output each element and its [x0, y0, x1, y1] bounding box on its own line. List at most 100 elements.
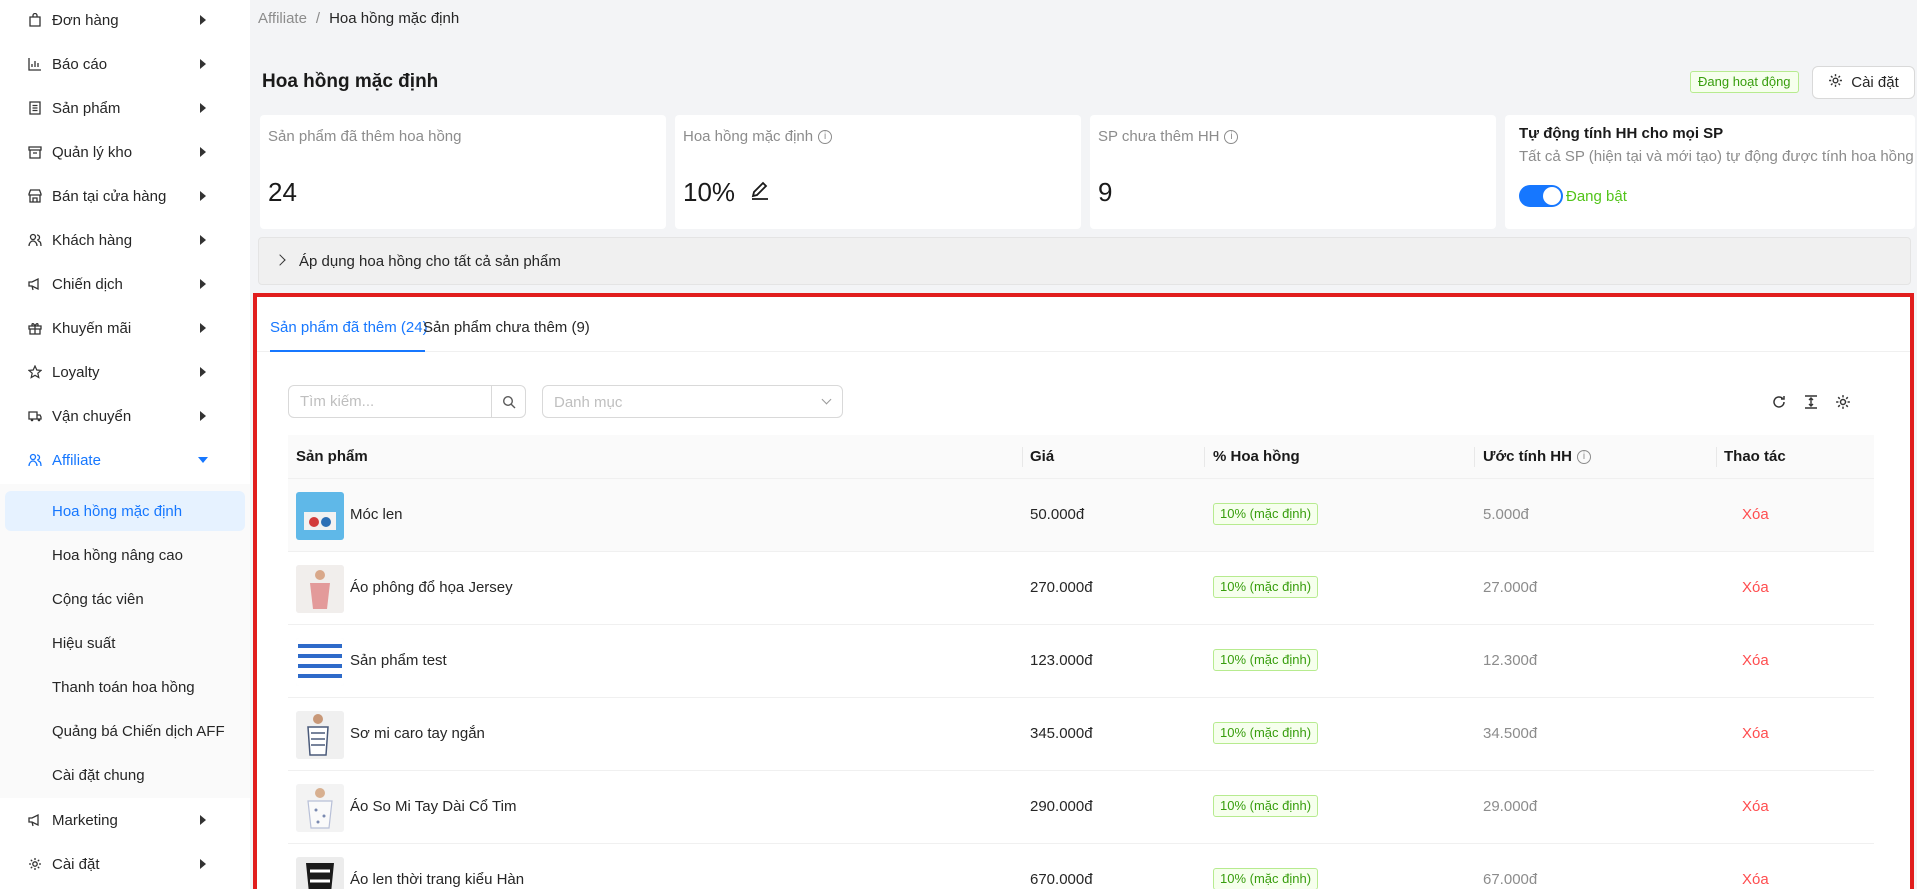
delete-link[interactable]: Xóa — [1742, 652, 1769, 669]
sidebar-subitem-collaborators[interactable]: Cộng tác viên — [5, 579, 245, 619]
chevron-right-icon — [200, 191, 206, 201]
sidebar-item-promotions[interactable]: Khuyến mãi — [0, 306, 250, 350]
delete-link[interactable]: Xóa — [1742, 798, 1769, 815]
sidebar-item-campaigns[interactable]: Chiến dịch — [0, 262, 250, 306]
search-box — [288, 385, 526, 418]
product-commission-panel: Sản phẩm đã thêm (24) Sản phẩm chưa thêm… — [253, 293, 1914, 889]
delete-link[interactable]: Xóa — [1742, 579, 1769, 596]
sidebar-item-reports[interactable]: Báo cáo — [0, 42, 250, 86]
sidebar-item-loyalty[interactable]: Loyalty — [0, 350, 250, 394]
product-name[interactable]: Áo len thời trang kiểu Hàn — [350, 871, 524, 888]
chevron-right-icon — [200, 859, 206, 869]
chevron-right-icon — [200, 323, 206, 333]
sidebar-item-label: Cài đặt — [52, 855, 100, 873]
product-name[interactable]: Móc len — [350, 506, 403, 523]
sidebar-item-label: Loyalty — [52, 363, 100, 381]
sidebar-subitem-label: Hoa hồng nâng cao — [52, 546, 183, 564]
stat-card-auto-commission: Tự động tính HH cho mọi SP Tất cả SP (hi… — [1505, 115, 1915, 229]
tab-not-added-products[interactable]: Sản phẩm chưa thêm (9) — [423, 319, 590, 336]
stat-label: SP chưa thêm HH — [1098, 128, 1220, 145]
delete-link[interactable]: Xóa — [1742, 725, 1769, 742]
settings-button[interactable]: Cài đặt — [1812, 66, 1915, 99]
sidebar-subitem-performance[interactable]: Hiệu suất — [5, 623, 245, 663]
stat-card-added: Sản phẩm đã thêm hoa hồng 24 — [260, 115, 666, 229]
product-name[interactable]: Áo So Mi Tay Dài Cổ Tim — [350, 798, 516, 815]
delete-link[interactable]: Xóa — [1742, 871, 1769, 888]
column-header-estimate: Ước tính HH — [1483, 448, 1572, 465]
sidebar-item-label: Sản phẩm — [52, 99, 121, 117]
search-input[interactable] — [289, 386, 492, 417]
product-price: 670.000đ — [1030, 871, 1093, 888]
search-icon[interactable] — [492, 386, 525, 417]
sidebar-item-label: Marketing — [52, 811, 118, 829]
product-name[interactable]: Áo phông đổ họa Jersey — [350, 579, 513, 596]
chevron-right-icon — [200, 15, 206, 25]
sidebar-subitem-general-settings[interactable]: Cài đặt chung — [5, 755, 245, 795]
table-row: Sản phẩm test 123.000đ 10% (mặc định) 12… — [288, 625, 1874, 698]
sidebar-item-customers[interactable]: Khách hàng — [0, 218, 250, 262]
stat-value: 9 — [1098, 177, 1113, 207]
column-height-icon[interactable] — [1802, 393, 1820, 411]
info-icon[interactable]: i — [1576, 449, 1591, 464]
product-thumbnail — [296, 711, 344, 759]
apply-all-label: Áp dụng hoa hồng cho tất cả sản phẩm — [299, 252, 561, 270]
truck-icon — [27, 408, 43, 424]
product-price: 270.000đ — [1030, 579, 1093, 596]
delete-link[interactable]: Xóa — [1742, 506, 1769, 523]
chevron-right-icon — [200, 59, 206, 69]
toggle-status-label: Đang bật — [1566, 188, 1627, 205]
table-row: Sơ mi caro tay ngắn 345.000đ 10% (mặc đị… — [288, 698, 1874, 771]
sidebar-item-products[interactable]: Sản phẩm — [0, 86, 250, 130]
product-price: 290.000đ — [1030, 798, 1093, 815]
gear-icon — [27, 856, 43, 872]
column-divider — [1474, 447, 1475, 467]
gear-icon — [1828, 73, 1843, 92]
chart-icon — [27, 56, 43, 72]
product-name[interactable]: Sản phẩm test — [350, 652, 447, 669]
sidebar-subitem-aff-campaign[interactable]: Quảng bá Chiến dịch AFF — [5, 711, 245, 751]
product-name[interactable]: Sơ mi caro tay ngắn — [350, 725, 485, 742]
commission-estimate: 27.000đ — [1483, 579, 1538, 596]
sidebar-item-label: Khách hàng — [52, 231, 133, 249]
tab-added-products[interactable]: Sản phẩm đã thêm (24) — [270, 319, 428, 336]
sidebar-item-marketing[interactable]: Marketing — [0, 798, 250, 842]
sidebar-subitem-commission-payout[interactable]: Thanh toán hoa hồng — [5, 667, 245, 707]
info-icon[interactable]: i — [818, 129, 833, 144]
chevron-right-icon — [200, 235, 206, 245]
sidebar-item-label: Vận chuyển — [52, 407, 132, 425]
sidebar-subitem-label: Quảng bá Chiến dịch AFF — [52, 722, 225, 740]
gear-icon[interactable] — [1834, 393, 1852, 411]
product-table: Sản phẩm Giá % Hoa hồng Ước tính HH i Th… — [288, 435, 1874, 889]
sidebar-item-inventory[interactable]: Quản lý kho — [0, 130, 250, 174]
settings-button-label: Cài đặt — [1851, 74, 1899, 91]
sidebar-item-label: Báo cáo — [52, 55, 108, 73]
store-icon — [27, 188, 43, 204]
product-thumbnail — [296, 857, 344, 889]
info-icon[interactable]: i — [1224, 129, 1239, 144]
stat-card-not-added: SP chưa thêm HH i 9 — [1090, 115, 1496, 229]
sidebar-subitem-label: Hiệu suất — [52, 634, 116, 652]
product-price: 50.000đ — [1030, 506, 1085, 523]
sidebar-item-orders[interactable]: Đơn hàng — [0, 0, 250, 42]
table-row: Móc len 50.000đ 10% (mặc định) 5.000đ Xó… — [288, 479, 1874, 552]
breadcrumb-parent[interactable]: Affiliate — [258, 10, 307, 27]
sidebar-item-label: Chiến dịch — [52, 275, 123, 293]
apply-all-collapse[interactable]: Áp dụng hoa hồng cho tất cả sản phẩm — [258, 237, 1911, 285]
sidebar-subitem-label: Cộng tác viên — [52, 590, 144, 608]
sidebar-subitem-default-commission[interactable]: Hoa hồng mặc định — [5, 491, 245, 531]
sidebar-item-shipping[interactable]: Vận chuyển — [0, 394, 250, 438]
sidebar-item-settings[interactable]: Cài đặt — [0, 842, 250, 886]
commission-estimate: 5.000đ — [1483, 506, 1529, 523]
chevron-right-icon — [200, 411, 206, 421]
stat-label-wrap: SP chưa thêm HH i — [1098, 128, 1239, 145]
category-select[interactable]: Danh mục — [542, 385, 843, 418]
sidebar-item-affiliate[interactable]: Affiliate — [0, 438, 250, 482]
stat-value: 10% — [683, 177, 736, 207]
reload-icon[interactable] — [1770, 393, 1788, 411]
edit-pencil-icon[interactable] — [749, 177, 771, 208]
chevron-right-icon — [200, 103, 206, 113]
auto-commission-toggle[interactable] — [1519, 185, 1563, 207]
column-header-actions: Thao tác — [1724, 448, 1786, 465]
sidebar-subitem-advanced-commission[interactable]: Hoa hồng nâng cao — [5, 535, 245, 575]
sidebar-item-pos[interactable]: Bán tại cửa hàng — [0, 174, 250, 218]
